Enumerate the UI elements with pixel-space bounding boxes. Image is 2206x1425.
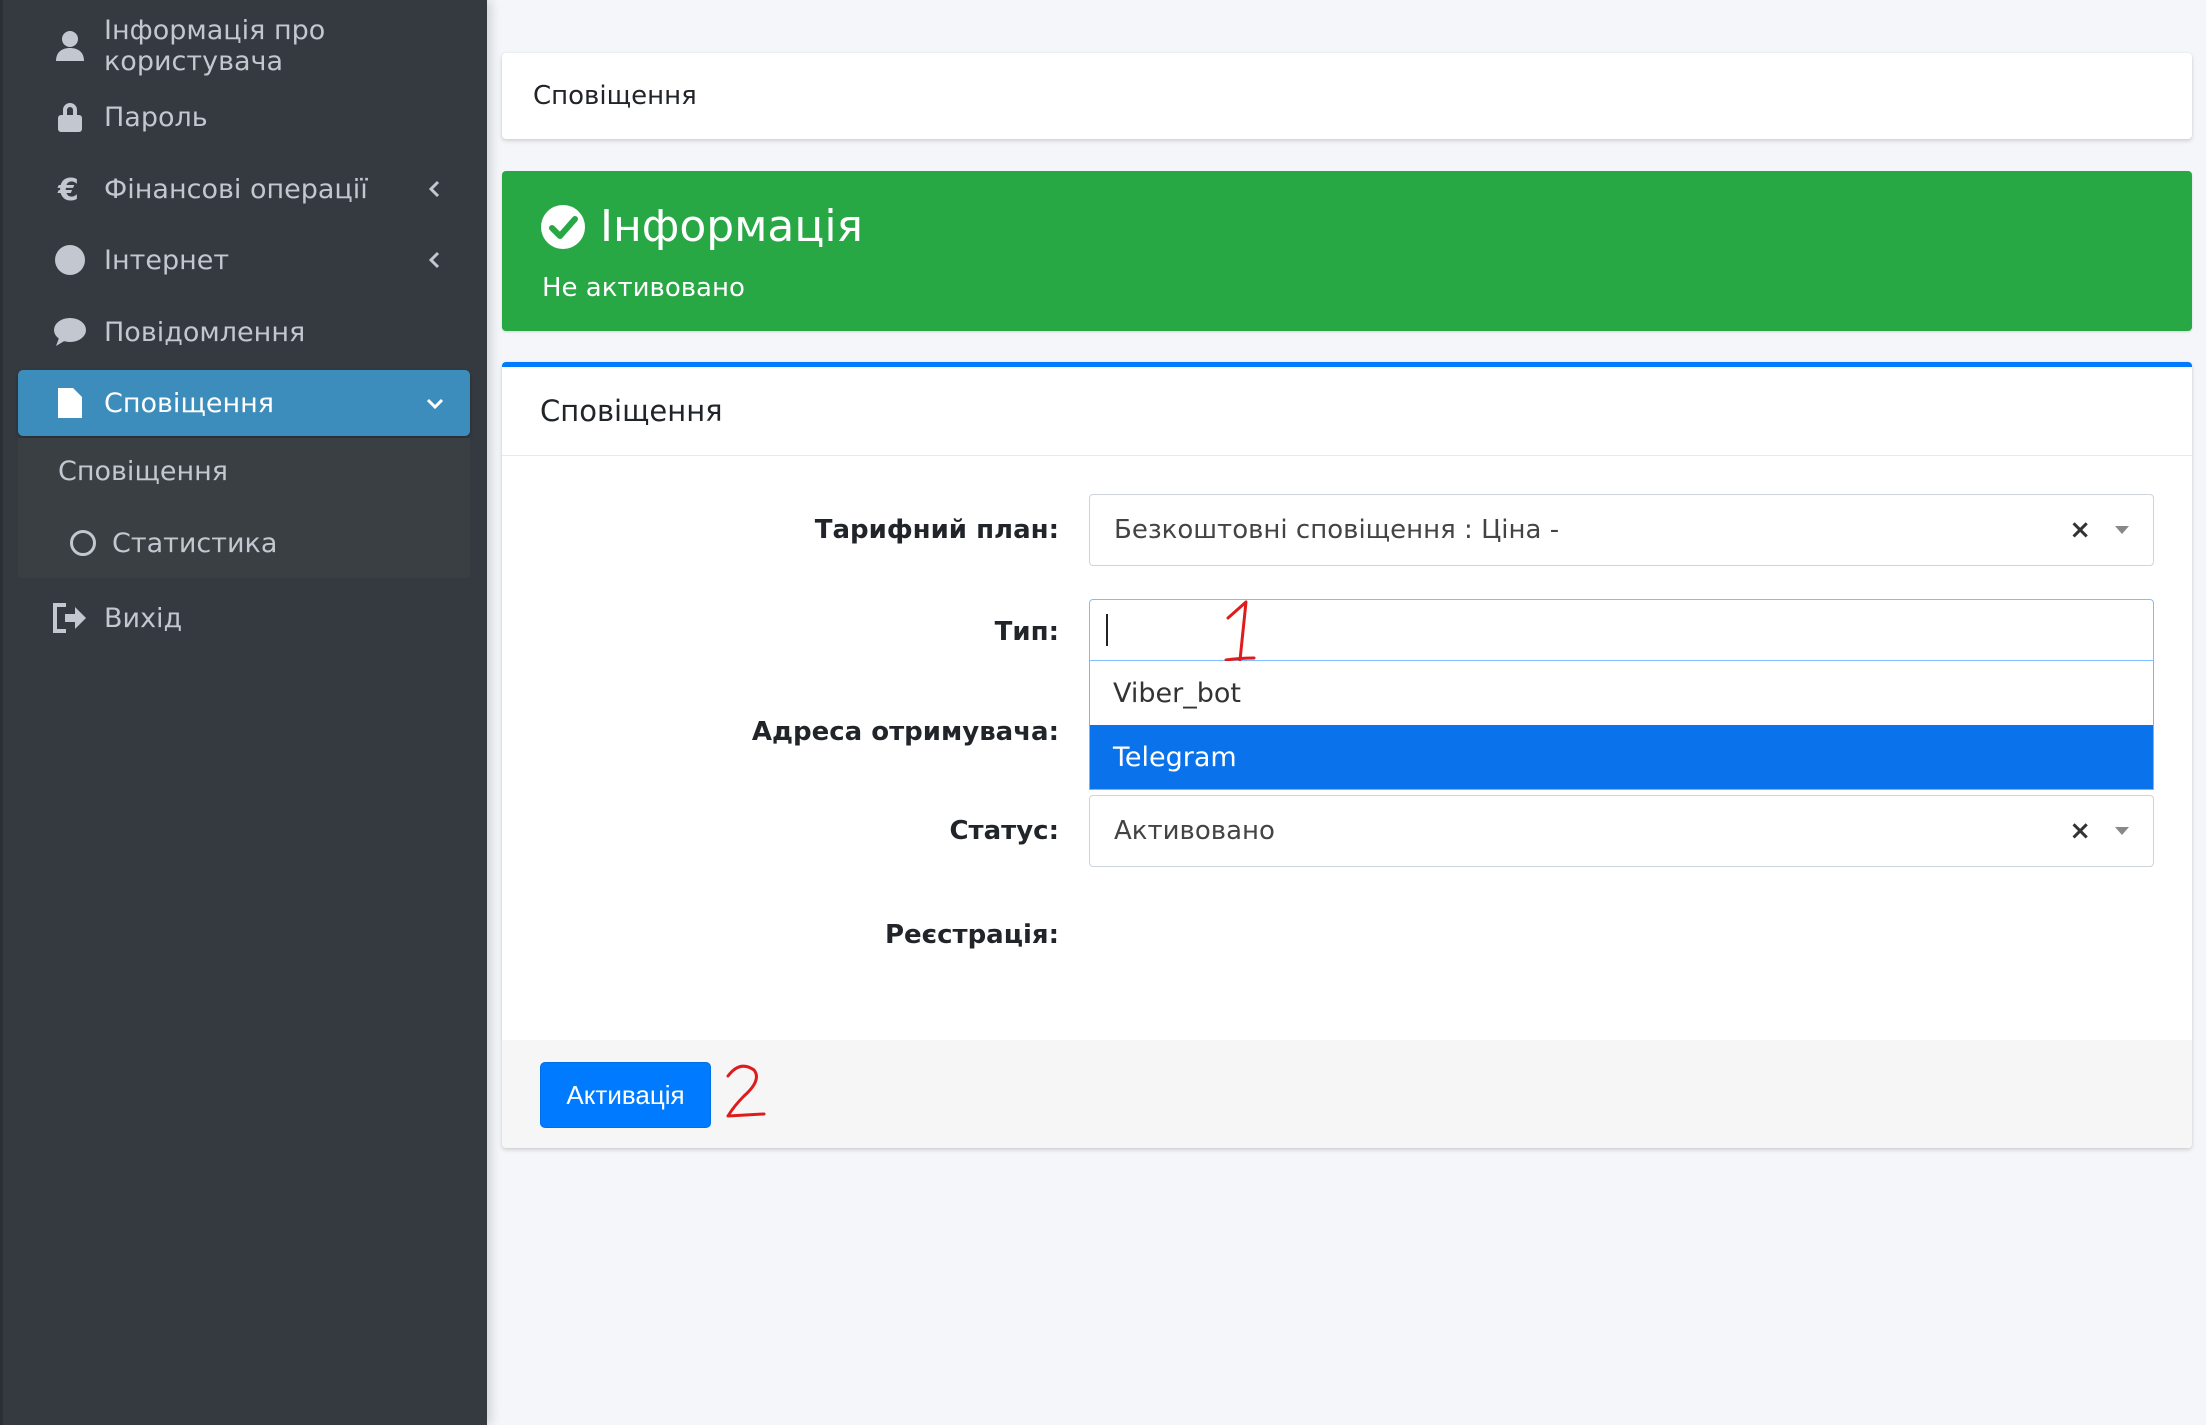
- card-divider: [502, 455, 2192, 456]
- activate-button[interactable]: Активація: [540, 1062, 711, 1128]
- status-value: Активовано: [1114, 816, 1275, 846]
- sidebar-item-messages[interactable]: Повідомлення: [18, 299, 470, 365]
- sidebar-item-logout[interactable]: Вихід: [18, 585, 470, 651]
- alert-message: Не активовано: [542, 273, 745, 303]
- sidebar-item-password[interactable]: Пароль: [18, 84, 470, 150]
- clear-icon[interactable]: ×: [2069, 816, 2091, 846]
- lock-icon: [52, 99, 88, 135]
- caret-down-icon[interactable]: [2115, 827, 2129, 835]
- svg-text:€: €: [57, 174, 79, 204]
- tariff-select[interactable]: Безкоштовні сповіщення : Ціна - ×: [1089, 494, 2154, 566]
- alert-header: Інформація: [540, 201, 863, 252]
- page-title: Сповіщення: [533, 81, 697, 111]
- euro-icon: €: [52, 171, 88, 207]
- type-label: Тип:: [994, 617, 1059, 647]
- tariff-label: Тарифний план:: [814, 515, 1059, 545]
- registration-label: Реєстрація:: [884, 920, 1059, 950]
- chevron-down-icon: [426, 398, 444, 410]
- sign-out-icon: [52, 600, 88, 636]
- tariff-value: Безкоштовні сповіщення : Ціна -: [1114, 515, 1560, 545]
- status-label: Статус:: [949, 816, 1059, 846]
- sidebar-item-label: Інтернет: [104, 244, 230, 276]
- sidebar-item-finance[interactable]: € Фінансові операції: [18, 156, 470, 222]
- user-icon: [52, 28, 88, 64]
- comment-icon: [52, 314, 88, 350]
- sidebar-item-label: Сповіщення: [104, 387, 275, 419]
- type-dropdown[interactable]: Viber_bot Telegram: [1089, 661, 2154, 790]
- chevron-left-icon: [428, 180, 440, 198]
- submenu-item-label: Сповіщення: [58, 455, 229, 487]
- recipient-label: Адреса отримувача:: [751, 717, 1059, 747]
- sidebar-submenu: Сповіщення Статистика: [18, 438, 470, 578]
- card-title: Сповіщення: [540, 394, 723, 428]
- text-cursor: [1106, 614, 1108, 646]
- circle-outline-icon: [70, 530, 96, 556]
- file-icon: [52, 385, 88, 421]
- sidebar-item-label: Пароль: [104, 101, 208, 133]
- sidebar-item-label: Повідомлення: [104, 316, 306, 348]
- clear-icon[interactable]: ×: [2069, 515, 2091, 545]
- status-select[interactable]: Активовано ×: [1089, 795, 2154, 867]
- sidebar-item-user-info[interactable]: Інформація про користувача: [18, 13, 470, 79]
- info-alert: Інформація Не активовано: [502, 171, 2192, 331]
- type-option-selected[interactable]: Telegram: [1090, 725, 2153, 789]
- annotation-number-1: [1224, 600, 1256, 662]
- sidebar-item-label: Вихід: [104, 602, 183, 634]
- check-circle-icon: [541, 204, 585, 249]
- submenu-item-statistics[interactable]: Статистика: [18, 510, 470, 576]
- type-option[interactable]: Viber_bot: [1090, 661, 2153, 725]
- submenu-item-label: Статистика: [112, 527, 278, 559]
- sidebar-item-notifications[interactable]: Сповіщення: [18, 370, 470, 436]
- chevron-left-icon: [428, 251, 440, 269]
- submenu-item-notifications[interactable]: Сповіщення: [18, 438, 470, 504]
- caret-down-icon[interactable]: [2115, 526, 2129, 534]
- alert-title: Інформація: [600, 201, 864, 252]
- circle-icon: [52, 242, 88, 278]
- sidebar-item-label: Інформація про користувача: [104, 15, 326, 77]
- sidebar-item-internet[interactable]: Інтернет: [18, 227, 470, 293]
- annotation-number-2: [726, 1064, 766, 1118]
- notification-form-card: Сповіщення Тарифний план: Безкоштовні сп…: [502, 362, 2192, 1148]
- page-header: Сповіщення: [502, 53, 2192, 139]
- sidebar: Інформація про користувача Пароль € Фіна…: [0, 0, 487, 1425]
- sidebar-item-label: Фінансові операції: [104, 173, 368, 205]
